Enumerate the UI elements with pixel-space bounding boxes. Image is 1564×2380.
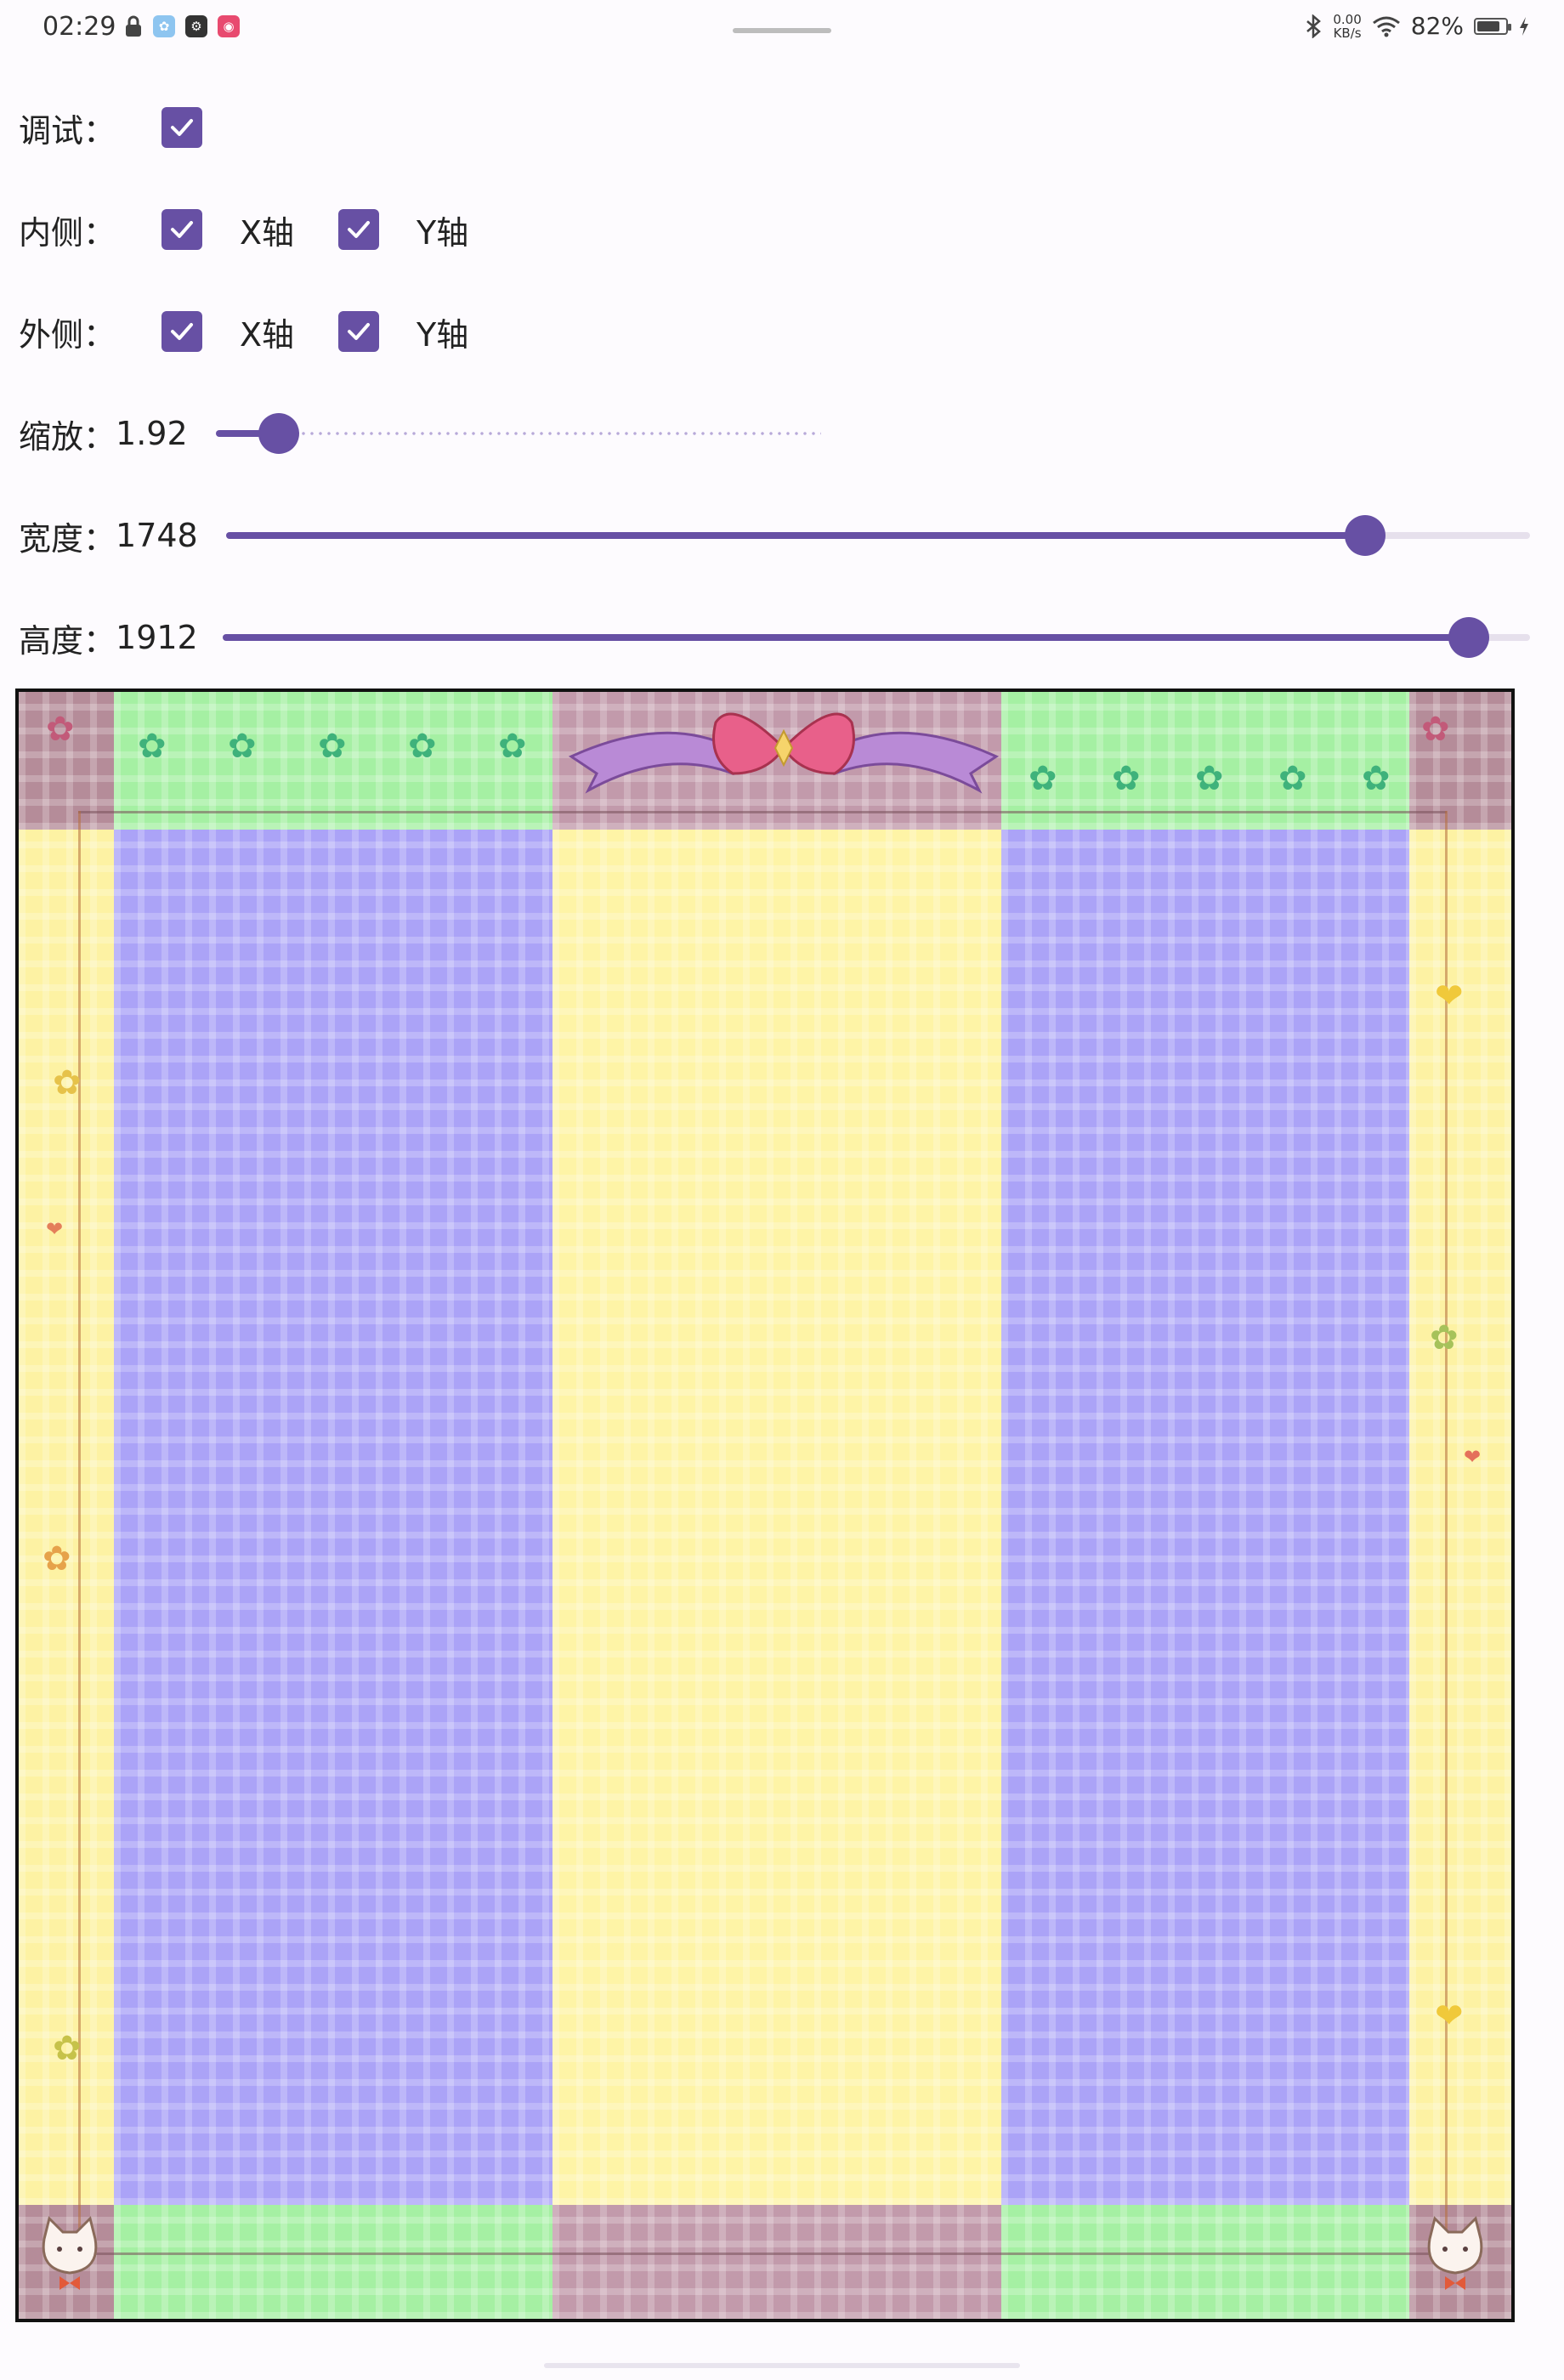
battery-icon (1474, 17, 1511, 35)
inner-y-label: Y轴 (416, 213, 469, 252)
width-value: 1748 (116, 517, 198, 554)
battery-fill (1477, 20, 1500, 31)
debug-checkbox[interactable] (162, 107, 202, 148)
battery-percent: 82% (1410, 12, 1464, 40)
flower-icon: ✿ (408, 727, 437, 766)
width-slider-inactive-track (1365, 532, 1530, 539)
scale-value: 1.92 (116, 415, 188, 452)
flower-icon: ✿ (46, 710, 75, 749)
check-icon (171, 119, 193, 136)
heart-icon: ❤ (1435, 1997, 1464, 2036)
flower-icon: ✿ (53, 1063, 82, 1102)
window-handle[interactable] (733, 28, 831, 33)
outer-x-checkbox[interactable] (162, 311, 202, 352)
status-bar: 02:29 ✿ ⚙ ◉ 0.00 KB/s 82% (0, 0, 1564, 58)
flower-icon: ✿ (498, 727, 527, 766)
inner-y-checkbox[interactable] (338, 209, 379, 250)
flower-icon: ✿ (228, 727, 257, 766)
check-icon (348, 221, 370, 238)
cat-icon (1427, 2216, 1483, 2290)
debug-label: 调试： (19, 111, 116, 150)
wifi-icon (1372, 16, 1400, 37)
check-icon (348, 323, 370, 340)
charging-icon (1520, 16, 1528, 36)
cat-icon (42, 2216, 98, 2290)
scale-label: 缩放： (19, 417, 116, 456)
width-slider-active-track (226, 532, 1365, 539)
width-row: 宽度： 1748 (19, 510, 198, 561)
inner-x-checkbox[interactable] (162, 209, 202, 250)
edge-bottom-left (114, 2205, 552, 2319)
outer-y-label: Y轴 (416, 315, 469, 354)
flower-icon: ✿ (42, 1539, 71, 1578)
outer-x-label: X轴 (240, 315, 295, 354)
height-label: 高度： (19, 621, 116, 660)
app-notification-icon: ◉ (218, 15, 240, 37)
scale-row: 缩放： 1.92 (19, 408, 188, 459)
flower-icon: ✿ (1278, 759, 1307, 798)
flower-icon: ✿ (1362, 759, 1391, 798)
check-icon (171, 323, 193, 340)
flower-icon: ✿ (1028, 759, 1057, 798)
column-left (114, 830, 552, 2205)
frame-preview: ✿ ✿ ✿ ✿ ✿ ✿ ✿ ✿ ✿ ✿ ✿ ✿ ✿ ❤ ✿ ✿ ❤ ✿ ❤ ❤ (15, 688, 1515, 2322)
flower-icon: ✿ (318, 727, 347, 766)
outer-y-checkbox[interactable] (338, 311, 379, 352)
height-slider[interactable] (223, 612, 1530, 663)
bluetooth-icon (1306, 14, 1322, 38)
app-notification-icon: ⚙ (185, 15, 207, 37)
status-left-icons: ✿ ⚙ ◉ (124, 15, 240, 37)
height-value: 1912 (116, 619, 198, 656)
flower-icon: ✿ (1421, 710, 1450, 749)
frame-line-right (1445, 811, 1448, 2252)
flower-icon: ✿ (1195, 759, 1224, 798)
outer-row: 外侧： X轴 Y轴 (19, 306, 468, 357)
scale-slider[interactable] (216, 408, 821, 459)
height-row: 高度： 1912 (19, 612, 198, 663)
status-time: 02:29 (42, 12, 116, 42)
lock-icon (126, 15, 141, 37)
frame-line-top (78, 811, 1447, 813)
home-indicator[interactable] (544, 2363, 1020, 2368)
inner-label: 内侧： (19, 213, 116, 252)
edge-bottom-right (1001, 2205, 1409, 2319)
scale-slider-thumb[interactable] (258, 413, 299, 454)
width-label: 宽度： (19, 519, 116, 558)
height-slider-active-track (223, 634, 1469, 641)
flower-icon: ✿ (1430, 1318, 1459, 1357)
debug-row: 调试： (19, 102, 202, 153)
scale-slider-inactive-track (299, 432, 821, 435)
heart-icon: ❤ (1464, 1445, 1482, 1469)
column-center (552, 830, 1001, 2205)
app-notification-icon: ✿ (153, 15, 175, 37)
inner-x-label: X轴 (240, 213, 295, 252)
outer-label: 外侧： (19, 315, 116, 354)
bow-icon (568, 712, 1000, 794)
height-slider-thumb[interactable] (1448, 617, 1489, 658)
edge-left (19, 830, 114, 2205)
flower-icon: ✿ (53, 2029, 82, 2068)
heart-icon: ❤ (1435, 977, 1464, 1016)
flower-icon: ✿ (138, 727, 167, 766)
edge-bottom-center (552, 2205, 1001, 2319)
network-speed: 0.00 KB/s (1333, 11, 1362, 41)
width-slider[interactable] (226, 510, 1530, 561)
frame-line-bottom (78, 2252, 1447, 2255)
flower-icon: ✿ (1112, 759, 1141, 798)
column-right (1001, 830, 1409, 2205)
status-right-icons: 0.00 KB/s 82% (1304, 12, 1530, 40)
inner-row: 内侧： X轴 Y轴 (19, 204, 468, 255)
check-icon (171, 221, 193, 238)
width-slider-thumb[interactable] (1345, 515, 1386, 556)
heart-icon: ❤ (46, 1217, 64, 1241)
